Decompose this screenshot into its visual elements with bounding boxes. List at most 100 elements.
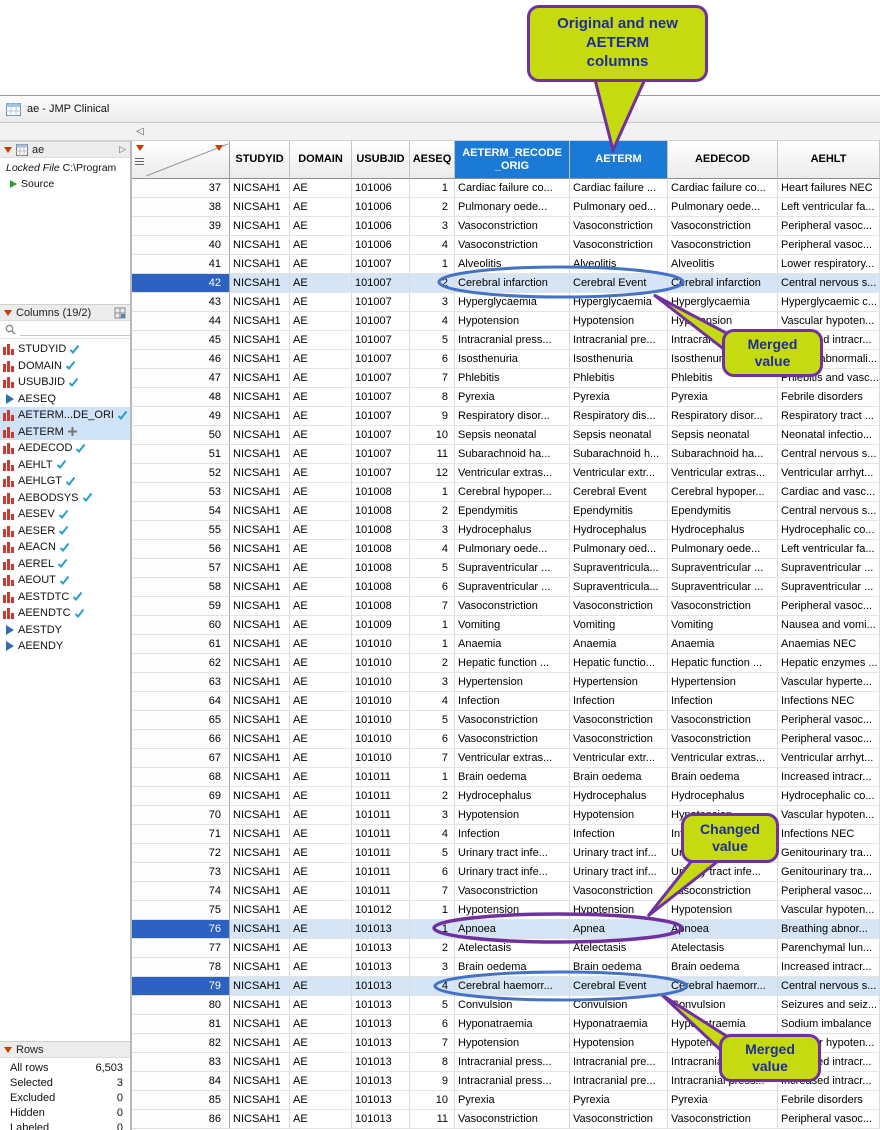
cell-aeterm_recode_orig[interactable]: Alveolitis bbox=[455, 255, 570, 274]
cell-aeterm[interactable]: Phlebitis bbox=[570, 369, 668, 388]
cell-usubjid[interactable]: 101007 bbox=[352, 274, 410, 293]
cell-aehlt[interactable]: Vascular hyperte... bbox=[778, 673, 880, 692]
cell-aehlt[interactable]: Hydrocephalic co... bbox=[778, 521, 880, 540]
cell-usubjid[interactable]: 101010 bbox=[352, 711, 410, 730]
cell-aeseq[interactable]: 3 bbox=[410, 806, 455, 825]
cell-aeterm_recode_orig[interactable]: Infection bbox=[455, 692, 570, 711]
cell-usubjid[interactable]: 101013 bbox=[352, 1072, 410, 1091]
rows-menu-icon[interactable] bbox=[135, 158, 144, 165]
cell-aehlt[interactable]: Central nervous s... bbox=[778, 274, 880, 293]
cell-studyid[interactable]: NICSAH1 bbox=[230, 1053, 290, 1072]
red-triangle-menu-icon[interactable] bbox=[4, 147, 12, 153]
cell-domain[interactable]: AE bbox=[290, 939, 352, 958]
cell-aehlt[interactable]: Hyperglycaemic c... bbox=[778, 293, 880, 312]
cell-usubjid[interactable]: 101011 bbox=[352, 882, 410, 901]
cell-domain[interactable]: AE bbox=[290, 350, 352, 369]
cell-aeseq[interactable]: 10 bbox=[410, 1091, 455, 1110]
row-number[interactable]: 80 bbox=[132, 996, 230, 1015]
cell-aeterm_recode_orig[interactable]: Pulmonary oede... bbox=[455, 540, 570, 559]
cell-aeterm_recode_orig[interactable]: Intracranial press... bbox=[455, 1053, 570, 1072]
cell-domain[interactable]: AE bbox=[290, 977, 352, 996]
cell-aedecod[interactable]: Vasoconstriction bbox=[668, 711, 778, 730]
cell-aeterm[interactable]: Hypotension bbox=[570, 312, 668, 331]
cell-usubjid[interactable]: 101007 bbox=[352, 388, 410, 407]
column-item-aeout[interactable]: AEOUT bbox=[0, 572, 130, 589]
cell-studyid[interactable]: NICSAH1 bbox=[230, 711, 290, 730]
cell-domain[interactable]: AE bbox=[290, 1091, 352, 1110]
cell-aeterm[interactable]: Ventricular extr... bbox=[570, 749, 668, 768]
cell-aedecod[interactable]: Supraventricular ... bbox=[668, 578, 778, 597]
cell-aehlt[interactable]: Parenchymal lun... bbox=[778, 939, 880, 958]
cell-aedecod[interactable]: Pyrexia bbox=[668, 388, 778, 407]
cell-aeseq[interactable]: 2 bbox=[410, 939, 455, 958]
cell-domain[interactable]: AE bbox=[290, 768, 352, 787]
cell-domain[interactable]: AE bbox=[290, 673, 352, 692]
red-triangle-menu-icon[interactable] bbox=[4, 1047, 12, 1053]
cell-aehlt[interactable]: Respiratory tract ... bbox=[778, 407, 880, 426]
column-header-domain[interactable]: DOMAIN bbox=[290, 141, 352, 179]
cell-aehlt[interactable]: Peripheral vasoc... bbox=[778, 236, 880, 255]
cell-aeterm_recode_orig[interactable]: Pulmonary oede... bbox=[455, 198, 570, 217]
column-item-domain[interactable]: DOMAIN bbox=[0, 358, 130, 375]
cell-domain[interactable]: AE bbox=[290, 179, 352, 198]
cell-aeterm_recode_orig[interactable]: Hydrocephalus bbox=[455, 787, 570, 806]
cell-aeterm[interactable]: Sepsis neonatal bbox=[570, 426, 668, 445]
cell-aehlt[interactable]: Peripheral vasoc... bbox=[778, 711, 880, 730]
cell-domain[interactable]: AE bbox=[290, 407, 352, 426]
columns-search-input[interactable] bbox=[20, 323, 130, 336]
cell-domain[interactable]: AE bbox=[290, 844, 352, 863]
cell-aehlt[interactable]: Increased intracr... bbox=[778, 958, 880, 977]
cell-aehlt[interactable]: Febrile disorders bbox=[778, 388, 880, 407]
row-number[interactable]: 75 bbox=[132, 901, 230, 920]
red-triangle-menu-icon[interactable] bbox=[4, 310, 12, 316]
cell-aeseq[interactable]: 5 bbox=[410, 559, 455, 578]
row-number[interactable]: 42 bbox=[132, 274, 230, 293]
cell-domain[interactable]: AE bbox=[290, 616, 352, 635]
cell-studyid[interactable]: NICSAH1 bbox=[230, 958, 290, 977]
row-number[interactable]: 52 bbox=[132, 464, 230, 483]
cell-aeterm_recode_orig[interactable]: Infection bbox=[455, 825, 570, 844]
cell-domain[interactable]: AE bbox=[290, 445, 352, 464]
cell-aeterm_recode_orig[interactable]: Hyponatraemia bbox=[455, 1015, 570, 1034]
cell-aehlt[interactable]: Peripheral vasoc... bbox=[778, 597, 880, 616]
cell-usubjid[interactable]: 101008 bbox=[352, 578, 410, 597]
cell-studyid[interactable]: NICSAH1 bbox=[230, 388, 290, 407]
cell-aehlt[interactable]: Vascular hypoten... bbox=[778, 806, 880, 825]
row-number[interactable]: 65 bbox=[132, 711, 230, 730]
source-disclosure-icon[interactable] bbox=[10, 180, 17, 188]
row-number[interactable]: 77 bbox=[132, 939, 230, 958]
cell-studyid[interactable]: NICSAH1 bbox=[230, 578, 290, 597]
cell-aehlt[interactable]: Hepatic enzymes ... bbox=[778, 654, 880, 673]
cell-studyid[interactable]: NICSAH1 bbox=[230, 483, 290, 502]
row-number[interactable]: 49 bbox=[132, 407, 230, 426]
cell-aehlt[interactable]: Peripheral vasoc... bbox=[778, 217, 880, 236]
cell-studyid[interactable]: NICSAH1 bbox=[230, 1110, 290, 1129]
cell-usubjid[interactable]: 101013 bbox=[352, 939, 410, 958]
cell-studyid[interactable]: NICSAH1 bbox=[230, 844, 290, 863]
cell-domain[interactable]: AE bbox=[290, 958, 352, 977]
cell-aeterm[interactable]: Pyrexia bbox=[570, 388, 668, 407]
cell-aeterm[interactable]: Intracranial pre... bbox=[570, 1053, 668, 1072]
cell-aedecod[interactable]: Respiratory disor... bbox=[668, 407, 778, 426]
cell-domain[interactable]: AE bbox=[290, 312, 352, 331]
cell-aeseq[interactable]: 2 bbox=[410, 274, 455, 293]
cell-domain[interactable]: AE bbox=[290, 597, 352, 616]
cell-aeterm[interactable]: Hydrocephalus bbox=[570, 521, 668, 540]
cell-aeterm_recode_orig[interactable]: Vasoconstriction bbox=[455, 730, 570, 749]
cell-aeterm_recode_orig[interactable]: Cardiac failure co... bbox=[455, 179, 570, 198]
cell-domain[interactable]: AE bbox=[290, 654, 352, 673]
column-item-aedecod[interactable]: AEDECOD bbox=[0, 440, 130, 457]
cell-aedecod[interactable]: Cerebral infarction bbox=[668, 274, 778, 293]
cell-aeterm_recode_orig[interactable]: Ventricular extras... bbox=[455, 749, 570, 768]
cell-domain[interactable]: AE bbox=[290, 996, 352, 1015]
cell-aehlt[interactable]: Lower respiratory... bbox=[778, 255, 880, 274]
column-header-aeterm_recode[interactable]: AETERM_RECODE_ORIG bbox=[455, 141, 570, 179]
cell-studyid[interactable]: NICSAH1 bbox=[230, 350, 290, 369]
cell-domain[interactable]: AE bbox=[290, 274, 352, 293]
cell-usubjid[interactable]: 101007 bbox=[352, 369, 410, 388]
cell-aehlt[interactable]: Hydrocephalic co... bbox=[778, 787, 880, 806]
cell-usubjid[interactable]: 101012 bbox=[352, 901, 410, 920]
cell-aeterm[interactable]: Hypotension bbox=[570, 806, 668, 825]
cell-aeterm_recode_orig[interactable]: Vasoconstriction bbox=[455, 597, 570, 616]
cell-aehlt[interactable]: Infections NEC bbox=[778, 692, 880, 711]
